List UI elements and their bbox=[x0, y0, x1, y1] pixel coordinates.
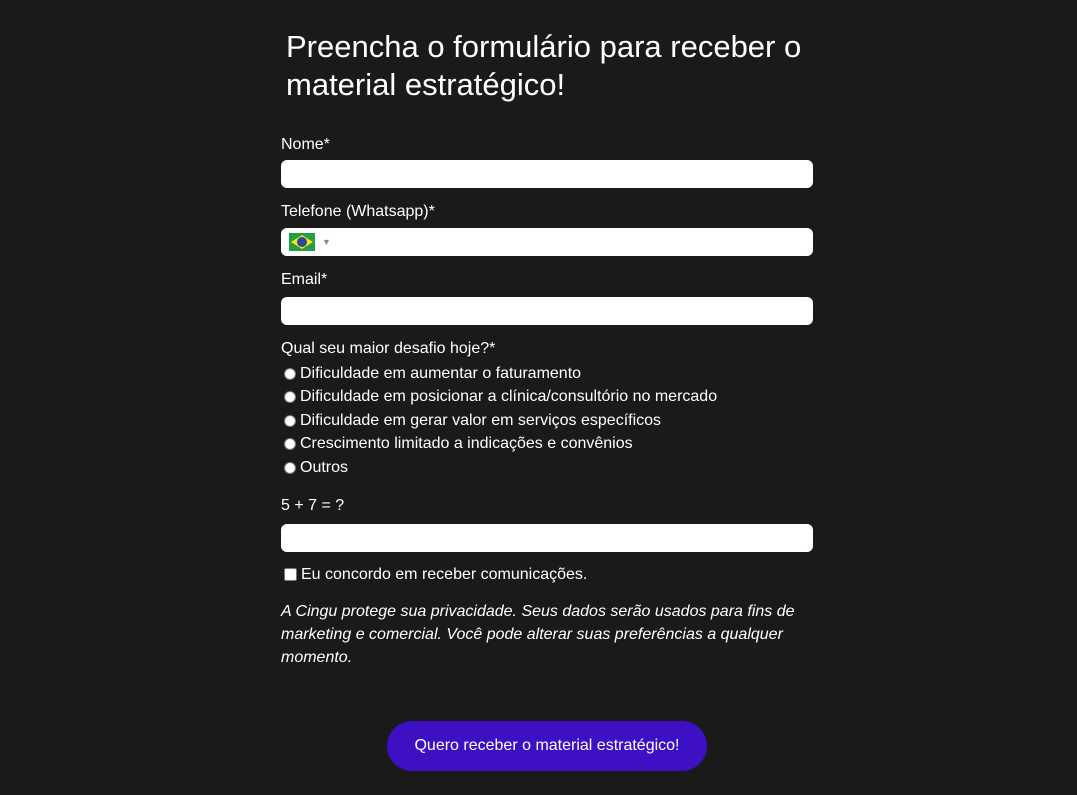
challenge-label: Qual seu maior desafio hoje?* bbox=[281, 340, 496, 357]
radio-button[interactable] bbox=[284, 391, 296, 404]
lead-form: Preencha o formulário para receber o mat… bbox=[281, 0, 813, 669]
privacy-notice: A Cingu protege sua privacidade. Seus da… bbox=[281, 602, 795, 666]
radio-option-crescimento[interactable]: Crescimento limitado a indicações e conv… bbox=[281, 433, 813, 457]
radio-option-valor[interactable]: Dificuldade em gerar valor em serviços e… bbox=[281, 409, 813, 433]
radio-option-outros[interactable]: Outros bbox=[281, 456, 813, 480]
phone-field[interactable]: ▼ bbox=[281, 228, 813, 256]
radio-option-label: Crescimento limitado a indicações e conv… bbox=[300, 435, 633, 453]
submit-button[interactable]: Quero receber o material estratégico! bbox=[387, 721, 707, 771]
consent-option[interactable]: Eu concordo em receber comunicações. bbox=[281, 566, 813, 584]
chevron-down-icon[interactable]: ▼ bbox=[322, 237, 331, 247]
brazil-flag-icon[interactable] bbox=[289, 233, 315, 251]
radio-option-label: Outros bbox=[300, 458, 349, 476]
name-label: Nome* bbox=[281, 136, 330, 153]
radio-option-faturamento[interactable]: Dificuldade em aumentar o faturamento bbox=[281, 362, 813, 386]
form-title: Preencha o formulário para receber o mat… bbox=[286, 29, 802, 102]
captcha-input[interactable] bbox=[281, 523, 813, 552]
radio-button[interactable] bbox=[284, 461, 296, 474]
radio-button[interactable] bbox=[284, 438, 296, 451]
phone-label: Telefone (Whatsapp)* bbox=[281, 203, 435, 220]
radio-button[interactable] bbox=[284, 414, 296, 427]
phone-input[interactable] bbox=[330, 228, 813, 256]
radio-option-label: Dificuldade em gerar valor em serviços e… bbox=[300, 411, 662, 429]
radio-option-label: Dificuldade em aumentar o faturamento bbox=[300, 364, 582, 382]
challenge-options: Dificuldade em aumentar o faturamento Di… bbox=[281, 362, 813, 480]
radio-option-label: Dificuldade em posicionar a clínica/cons… bbox=[300, 388, 718, 406]
name-input[interactable] bbox=[281, 160, 813, 188]
radio-option-posicionar[interactable]: Dificuldade em posicionar a clínica/cons… bbox=[281, 386, 813, 410]
email-label: Email* bbox=[281, 271, 328, 288]
consent-checkbox[interactable] bbox=[284, 568, 297, 581]
email-input[interactable] bbox=[281, 297, 813, 325]
consent-label: Eu concordo em receber comunicações. bbox=[301, 565, 588, 583]
captcha-label: 5 + 7 = ? bbox=[281, 496, 345, 514]
radio-button[interactable] bbox=[284, 367, 296, 380]
